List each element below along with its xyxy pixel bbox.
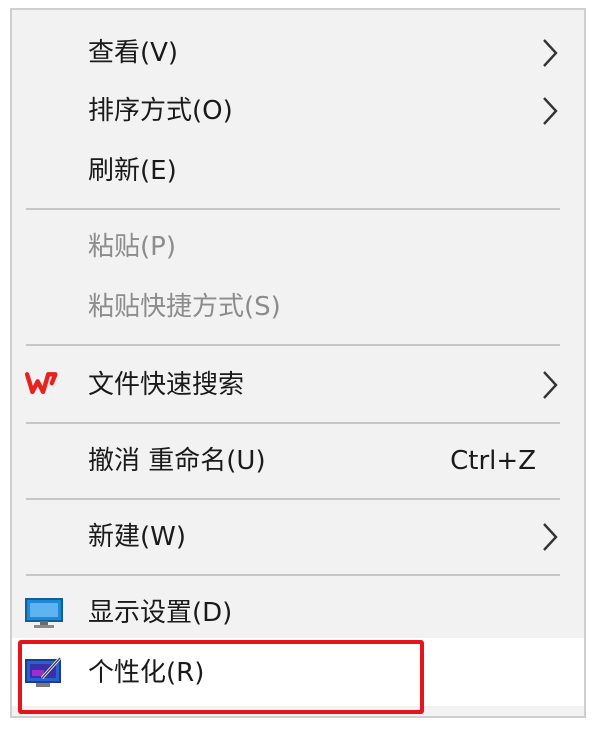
menu-item-label: 撤消 重命名(U)	[88, 446, 266, 476]
menu-separator	[26, 574, 560, 576]
menu-item-paste-shortcut: 粘贴快捷方式(S)	[12, 278, 584, 336]
wps-logo-icon	[24, 372, 58, 395]
menu-item-shortcut: Ctrl+Z	[450, 446, 536, 476]
menu-item-view[interactable]: 查看(V)	[12, 24, 584, 82]
menu-separator	[26, 344, 560, 346]
menu-separator	[26, 498, 560, 500]
menu-item-display-settings[interactable]: 显示设置(D)	[12, 584, 584, 642]
menu-item-label: 粘贴快捷方式(S)	[88, 292, 281, 322]
menu-item-sort[interactable]: 排序方式(O)	[12, 82, 584, 140]
menu-item-undo-rename[interactable]: 撤消 重命名(U) Ctrl+Z	[12, 432, 584, 490]
chevron-right-icon	[543, 39, 558, 67]
menu-item-wps-search[interactable]: 文件快速搜索	[12, 356, 584, 414]
menu-separator	[26, 208, 560, 210]
menu-item-label: 粘贴(P)	[88, 232, 176, 262]
menu-item-label: 新建(W)	[88, 522, 186, 552]
menu-item-label: 查看(V)	[88, 38, 179, 68]
context-menu: 查看(V) 排序方式(O) 刷新(E) 粘贴(P) 粘贴快捷方式(S) 文件快速…	[10, 8, 586, 718]
chevron-right-icon	[543, 97, 558, 125]
monitor-icon	[25, 598, 63, 628]
menu-item-label: 文件快速搜索	[88, 370, 245, 400]
menu-item-refresh[interactable]: 刷新(E)	[12, 142, 584, 200]
chevron-right-icon	[543, 523, 558, 551]
menu-item-label: 刷新(E)	[88, 156, 177, 186]
highlight-annotation-box	[18, 640, 424, 714]
chevron-right-icon	[543, 371, 558, 399]
menu-item-new[interactable]: 新建(W)	[12, 508, 584, 566]
menu-item-paste: 粘贴(P)	[12, 218, 584, 276]
menu-item-label: 显示设置(D)	[88, 598, 233, 628]
menu-item-label: 排序方式(O)	[88, 96, 233, 126]
menu-separator	[26, 422, 560, 424]
